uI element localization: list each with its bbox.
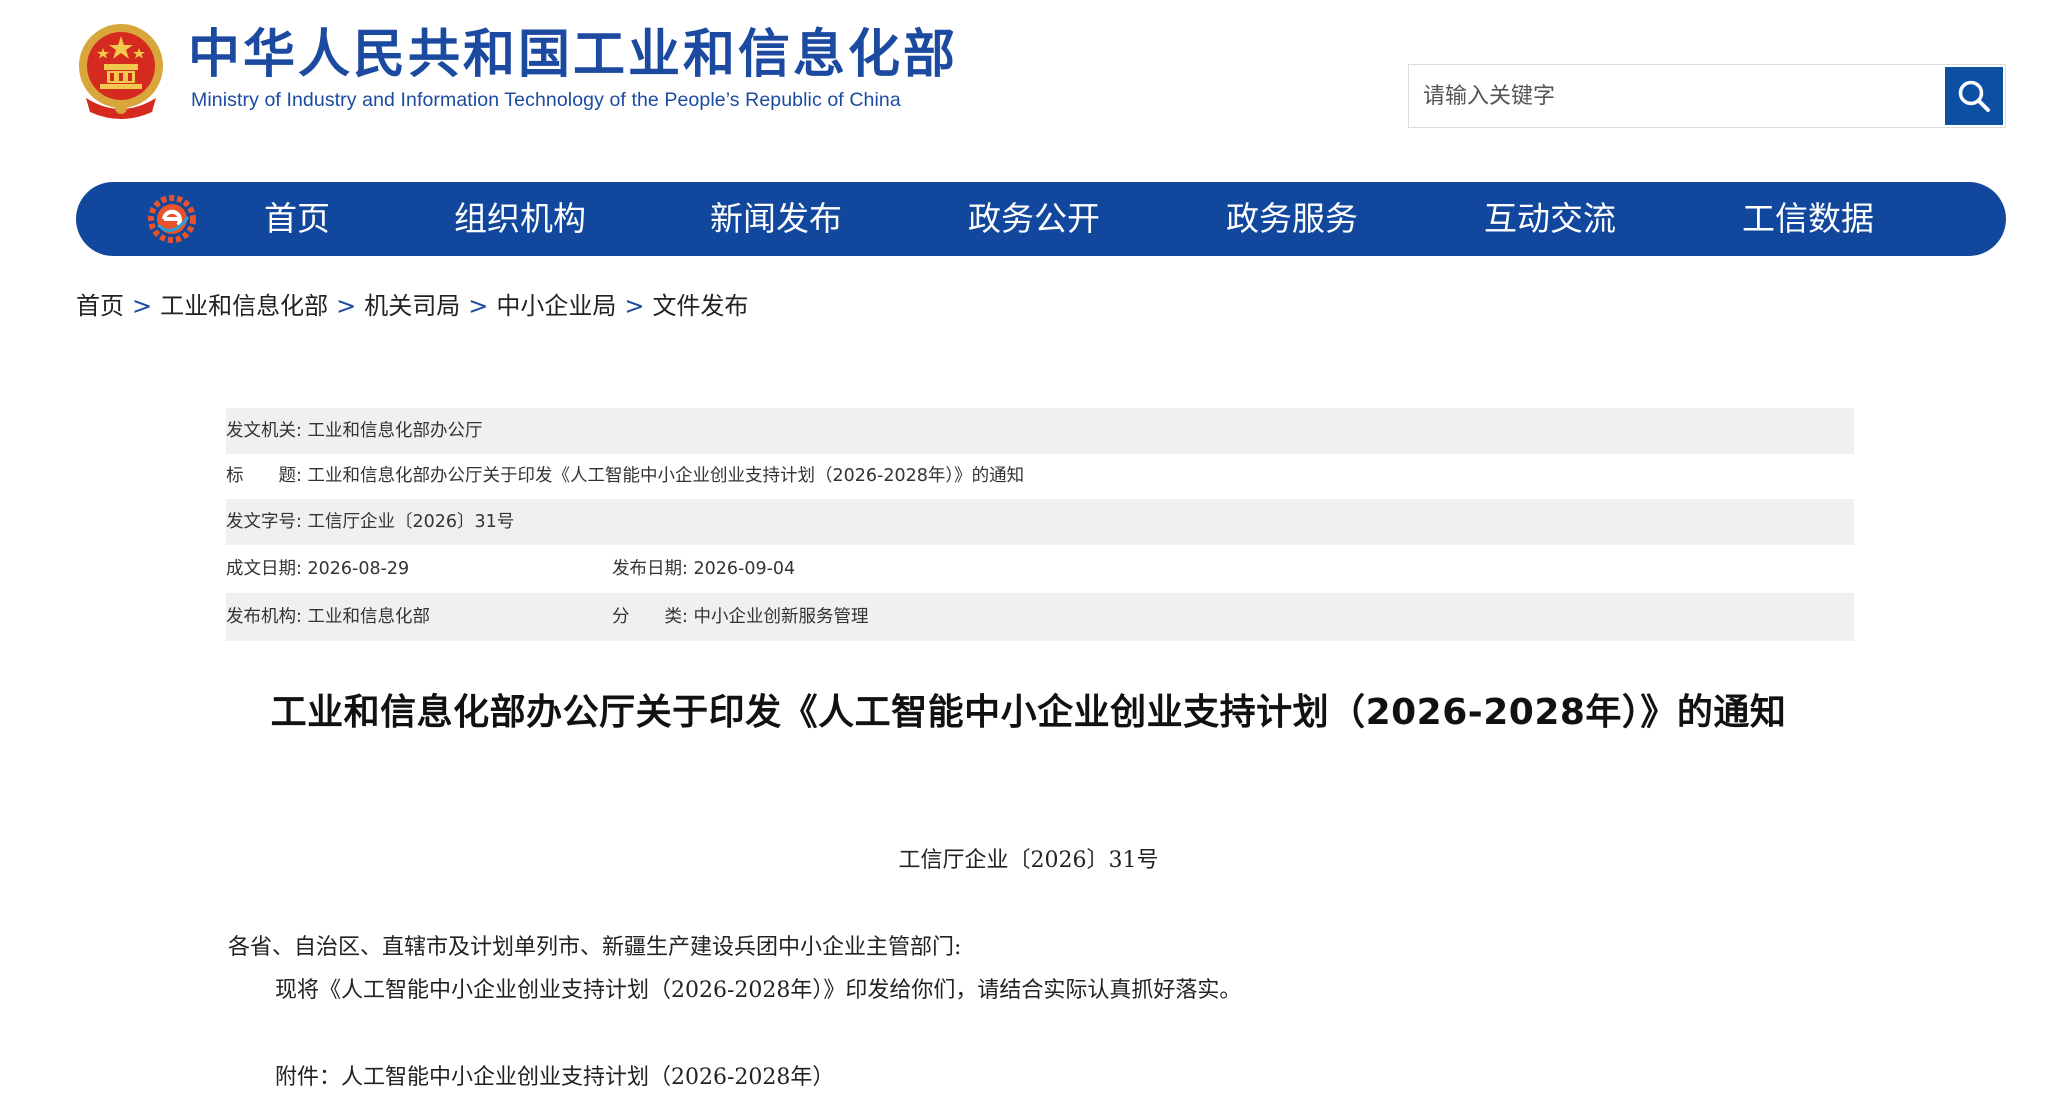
national-emblem-icon bbox=[76, 22, 166, 120]
attachment-link[interactable]: 附件：人工智能中小企业创业支持计划（2026-2028年） bbox=[275, 1059, 834, 1091]
search-icon bbox=[1958, 80, 1990, 112]
miit-gear-logo-icon[interactable] bbox=[148, 195, 196, 243]
title-label: 标 题: bbox=[226, 466, 302, 486]
document-number: 工信厅企业〔2026〕31号 bbox=[898, 848, 1159, 873]
docno-label: 发文字号: bbox=[226, 512, 302, 532]
site-title: 中华人民共和国工业和信息化部 bbox=[188, 25, 959, 85]
published-date-value: 2026-09-04 bbox=[693, 559, 796, 579]
org-label: 发布机构: bbox=[226, 607, 302, 627]
issuer-value: 工业和信息化部办公厅 bbox=[307, 421, 483, 441]
docno-value: 工信厅企业〔2026〕31号 bbox=[307, 512, 515, 532]
breadcrumb-item-home[interactable]: 首页 bbox=[76, 292, 124, 320]
search-input[interactable] bbox=[1409, 65, 1941, 127]
breadcrumb-separator: > bbox=[336, 292, 357, 320]
salutation: 各省、自治区、直辖市及计划单列市、新疆生产建设兵团中小企业主管部门: bbox=[228, 935, 962, 960]
breadcrumb-item-ministry[interactable]: 工业和信息化部 bbox=[160, 292, 328, 320]
org-value: 工业和信息化部 bbox=[307, 607, 430, 627]
search-box bbox=[1408, 64, 2006, 128]
title-value: 工业和信息化部办公厅关于印发《人工智能中小企业创业支持计划（2026-2028年… bbox=[307, 466, 1025, 486]
nav-item-government-services[interactable]: 政务服务 bbox=[1226, 182, 1358, 256]
nav-item-government-affairs[interactable]: 政务公开 bbox=[968, 182, 1100, 256]
breadcrumb-item-documents[interactable]: 文件发布 bbox=[652, 292, 748, 320]
breadcrumb: 首页 > 工业和信息化部 > 机关司局 > 中小企业局 > 文件发布 bbox=[76, 286, 748, 321]
issuer-label: 发文机关: bbox=[226, 421, 302, 441]
body-paragraph: 现将《人工智能中小企业创业支持计划（2026-2028年）》印发给你们，请结合实… bbox=[275, 978, 1242, 1003]
written-date-label: 成文日期: bbox=[226, 559, 302, 579]
meta-row-docno: 发文字号: 工信厅企业〔2026〕31号 bbox=[226, 499, 1854, 545]
nav-item-news[interactable]: 新闻发布 bbox=[710, 182, 842, 256]
breadcrumb-separator: > bbox=[468, 292, 489, 320]
category-value: 中小企业创新服务管理 bbox=[693, 607, 869, 627]
breadcrumb-separator: > bbox=[132, 292, 153, 320]
nav-item-home[interactable]: 首页 bbox=[264, 182, 330, 256]
published-date-label: 发布日期: bbox=[612, 559, 688, 579]
nav-item-organization[interactable]: 组织机构 bbox=[454, 182, 586, 256]
breadcrumb-item-departments[interactable]: 机关司局 bbox=[364, 292, 460, 320]
meta-row-issuer: 发文机关: 工业和信息化部办公厅 bbox=[226, 408, 1854, 454]
search-button[interactable] bbox=[1945, 67, 2003, 125]
breadcrumb-item-sme-bureau[interactable]: 中小企业局 bbox=[496, 292, 616, 320]
written-date-value: 2026-08-29 bbox=[307, 559, 410, 579]
main-nav-bar: 首页 组织机构 新闻发布 政务公开 政务服务 互动交流 工信数据 bbox=[76, 182, 2006, 256]
breadcrumb-separator: > bbox=[624, 292, 645, 320]
meta-row-org: 发布机构: 工业和信息化部 分 类: 中小企业创新服务管理 bbox=[226, 593, 1854, 641]
meta-row-dates: 成文日期: 2026-08-29 发布日期: 2026-09-04 bbox=[226, 545, 1854, 593]
nav-item-interaction[interactable]: 互动交流 bbox=[1484, 182, 1616, 256]
document-meta-table: 发文机关: 工业和信息化部办公厅 标 题: 工业和信息化部办公厅关于印发《人工智… bbox=[226, 408, 1854, 641]
site-subtitle: Ministry of Industry and Information Tec… bbox=[191, 89, 901, 111]
category-label: 分 类: bbox=[612, 607, 688, 627]
nav-item-data[interactable]: 工信数据 bbox=[1742, 182, 1874, 256]
article-title: 工业和信息化部办公厅关于印发《人工智能中小企业创业支持计划（2026-2028年… bbox=[270, 692, 1787, 733]
meta-row-title: 标 题: 工业和信息化部办公厅关于印发《人工智能中小企业创业支持计划（2026-… bbox=[226, 454, 1854, 499]
